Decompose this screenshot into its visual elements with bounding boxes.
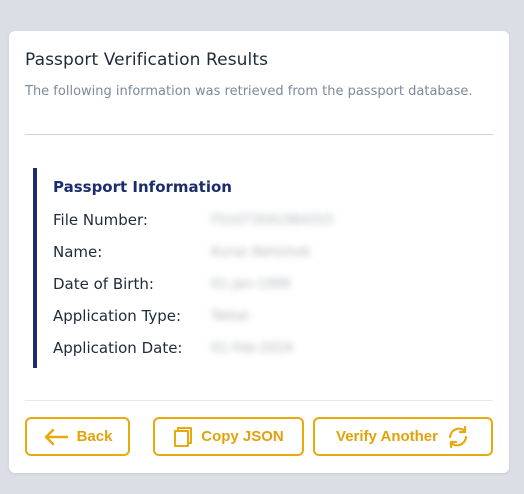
- back-button[interactable]: Back: [25, 417, 130, 456]
- page-title: Passport Verification Results: [25, 50, 269, 70]
- date-of-birth-value: 01-Jan-1999: [211, 277, 291, 292]
- back-label: Back: [76, 428, 113, 445]
- arrow-left-icon: [43, 428, 69, 446]
- application-type-value: Tatkal: [211, 309, 249, 324]
- application-date-label: Application Date:: [53, 339, 183, 357]
- date-of-birth-label: Date of Birth:: [53, 275, 154, 293]
- page-subtitle: The following information was retrieved …: [25, 84, 473, 99]
- divider: [25, 400, 493, 401]
- verify-another-label: Verify Another: [336, 428, 438, 445]
- application-date-value: 01-Feb-2024: [211, 341, 294, 356]
- application-type-label: Application Type:: [53, 307, 182, 325]
- passport-info-section: Passport Information File Number: FS1073…: [33, 168, 473, 368]
- copy-json-button[interactable]: Copy JSON: [153, 417, 304, 456]
- name-value: Kunal Abhishek: [211, 245, 311, 260]
- name-label: Name:: [53, 243, 103, 261]
- section-heading: Passport Information: [53, 178, 232, 196]
- divider: [25, 134, 493, 135]
- copy-icon: [173, 426, 193, 448]
- verify-another-button[interactable]: Verify Another: [313, 417, 493, 456]
- file-number-label: File Number:: [53, 211, 148, 229]
- results-card: Passport Verification Results The follow…: [9, 31, 509, 473]
- refresh-icon: [446, 425, 470, 449]
- copy-json-label: Copy JSON: [201, 428, 284, 445]
- file-number-value: FS1073041964315: [211, 213, 335, 228]
